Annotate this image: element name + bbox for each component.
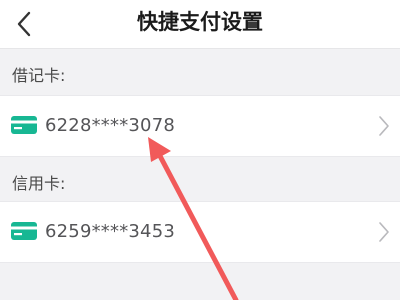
- credit-card-row[interactable]: 6259****3453: [0, 201, 400, 263]
- nav-bar: 快捷支付设置: [0, 0, 400, 49]
- credit-card-number: 6259****3453: [45, 221, 176, 242]
- credit-card-icon: [11, 222, 37, 240]
- debit-card-number: 6228****3078: [45, 115, 176, 136]
- chevron-right-icon: [379, 222, 389, 242]
- chevron-right-icon: [379, 116, 389, 136]
- debit-card-row[interactable]: 6228****3078: [0, 95, 400, 157]
- page-title: 快捷支付设置: [137, 10, 263, 34]
- credit-card-icon: [11, 116, 37, 134]
- debit-card-section-label: 借记卡:: [12, 66, 66, 85]
- credit-card-section-label: 信用卡:: [12, 174, 66, 193]
